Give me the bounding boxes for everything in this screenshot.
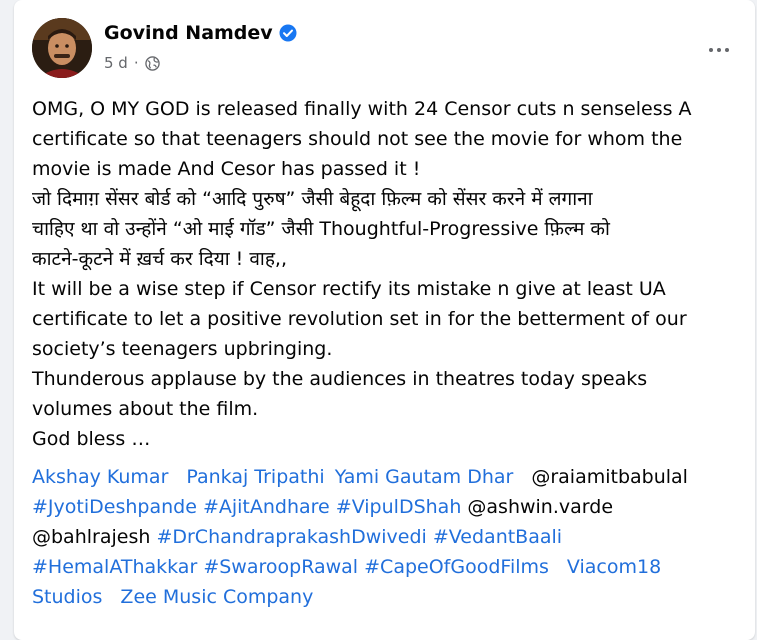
tag-link[interactable]: Pankaj Tripathi bbox=[186, 466, 324, 488]
page-link[interactable]: Zee Music Company bbox=[120, 586, 313, 608]
tag-row: Akshay Kumar Pankaj Tripathi Yami Gautam D… bbox=[32, 462, 737, 492]
post-meta: 5 d · bbox=[104, 54, 160, 72]
meta-separator: · bbox=[133, 54, 139, 72]
post-text-line: God bless … bbox=[32, 428, 151, 450]
post-text-line: OMG, O MY GOD is released finally with 2… bbox=[32, 98, 692, 120]
tag-row: #HemalAThakkar #SwaroopRawal #CapeOfGood… bbox=[32, 552, 737, 582]
post-text-line: चाहिए था वो उन्होंने “ओ माई गॉड” जैसी Th… bbox=[32, 218, 610, 240]
verified-badge-icon bbox=[279, 24, 297, 42]
hashtag-link[interactable]: #HemalAThakkar bbox=[32, 556, 197, 578]
hashtag-link[interactable]: #DrChandraprakashDwivedi bbox=[156, 526, 426, 548]
hashtag-link[interactable]: #JyotiDeshpande bbox=[32, 496, 197, 518]
post-text-line: volumes about the film. bbox=[32, 398, 259, 420]
post-header: Govind Namdev 5 d · bbox=[32, 18, 737, 80]
author-avatar[interactable] bbox=[32, 18, 92, 78]
tag-row: #JyotiDeshpande #AjitAndhare #VipulDShah… bbox=[32, 492, 737, 522]
post-text-line: certificate so that teenagers should not… bbox=[32, 128, 683, 150]
post-text-line: Thunderous applause by the audiences in … bbox=[32, 368, 648, 390]
post-text: OMG, O MY GOD is released finally with 2… bbox=[32, 94, 732, 454]
post-timestamp[interactable]: 5 d bbox=[104, 54, 128, 72]
post-text-line: It will be a wise step if Censor rectify… bbox=[32, 278, 666, 300]
author-name-row: Govind Namdev bbox=[104, 22, 297, 44]
post-text-line: काटने-कूटने में ख़र्च कर दिया ! वाह,, bbox=[32, 248, 287, 270]
mention-text[interactable]: @bahlrajesh bbox=[32, 526, 150, 548]
tag-link[interactable]: @raiamitbabulal bbox=[531, 466, 688, 488]
post-text-line: society’s teenagers upbringing. bbox=[32, 338, 333, 360]
tag-row: @bahlrajesh #DrChandraprakashDwivedi #Ve… bbox=[32, 522, 737, 552]
page-link[interactable]: Viacom18 bbox=[567, 556, 661, 578]
post-text-line: movie is made And Cesor has passed it ! bbox=[32, 158, 421, 180]
post-card: Govind Namdev 5 d · OMG, O MY GOD is rel… bbox=[14, 0, 755, 640]
globe-icon[interactable] bbox=[144, 55, 160, 71]
page-link[interactable]: Studios bbox=[32, 586, 102, 608]
hashtag-link[interactable]: #VipulDShah bbox=[336, 496, 462, 518]
hashtag-link[interactable]: #CapeOfGoodFilms bbox=[364, 556, 549, 578]
mention-text[interactable]: @ashwin.varde bbox=[467, 496, 613, 518]
tag-link[interactable]: Akshay Kumar bbox=[32, 466, 168, 488]
post-text-line: certificate to let a positive revolution… bbox=[32, 308, 687, 330]
hashtag-link[interactable]: #VedantBaali bbox=[433, 526, 562, 548]
post-tags: Akshay Kumar Pankaj Tripathi Yami Gautam D… bbox=[32, 462, 737, 612]
tag-row: Studios Zee Music Company bbox=[32, 582, 737, 612]
author-name[interactable]: Govind Namdev bbox=[104, 22, 273, 44]
hashtag-link[interactable]: #SwaroopRawal bbox=[203, 556, 358, 578]
tag-link[interactable]: Yami Gautam Dhar bbox=[335, 466, 514, 488]
post-text-line: जो दिमाग़ सेंसर बोर्ड को “आदि पुरुष” जैस… bbox=[32, 188, 593, 210]
more-options-icon[interactable] bbox=[701, 32, 737, 68]
avatar-photo bbox=[32, 18, 92, 78]
hashtag-link[interactable]: #AjitAndhare bbox=[203, 496, 330, 518]
